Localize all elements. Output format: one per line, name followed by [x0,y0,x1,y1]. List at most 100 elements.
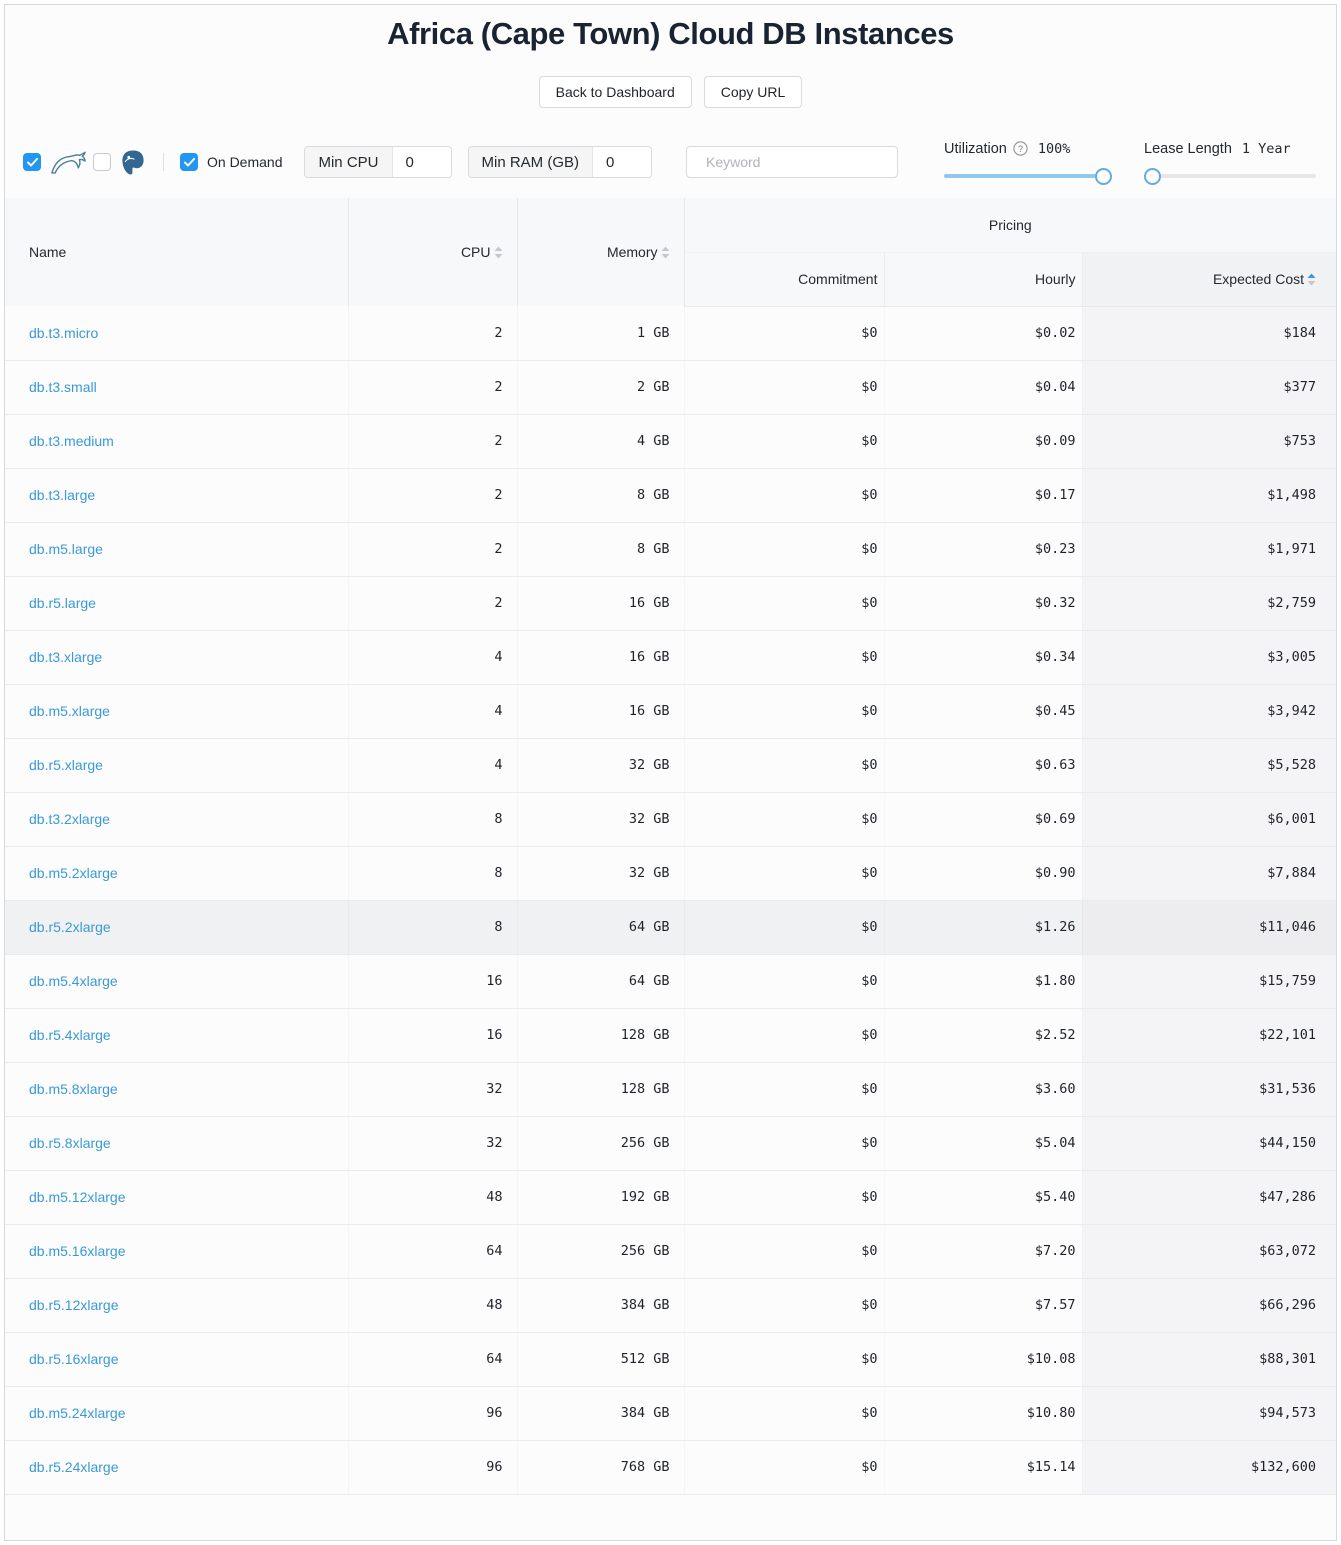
cell-cpu: 48 [348,1278,517,1332]
table-row: db.m5.12xlarge48192 GB$0$5.40$47,286 [5,1170,1336,1224]
column-header-hourly[interactable]: Hourly [884,252,1082,306]
table-row: db.t3.small22 GB$0$0.04$377 [5,360,1336,414]
page: Africa (Cape Town) Cloud DB Instances Ba… [4,4,1337,1541]
table-row: db.m5.8xlarge32128 GB$0$3.60$31,536 [5,1062,1336,1116]
cell-commitment: $0 [684,360,884,414]
mysql-checkbox[interactable] [23,153,41,171]
cell-memory: 256 GB [517,1116,684,1170]
instance-name-link[interactable]: db.r5.24xlarge [29,1459,119,1475]
cell-hourly: $1.80 [884,954,1082,1008]
postgresql-checkbox[interactable] [93,153,111,171]
lease-length-slider-handle[interactable] [1144,168,1161,185]
min-ram-input[interactable] [593,147,651,177]
on-demand-checkbox[interactable] [180,153,198,171]
cell-cpu: 16 [348,1008,517,1062]
column-header-name[interactable]: Name [5,198,348,306]
cell-cpu: 16 [348,954,517,1008]
utilization-slider[interactable] [944,168,1112,184]
cell-memory: 32 GB [517,846,684,900]
min-cpu-input[interactable] [393,147,451,177]
back-to-dashboard-button[interactable]: Back to Dashboard [539,76,692,108]
instance-name-link[interactable]: db.t3.xlarge [29,649,102,665]
table-row: db.m5.16xlarge64256 GB$0$7.20$63,072 [5,1224,1336,1278]
instance-name-link[interactable]: db.t3.medium [29,433,114,449]
cell-memory: 64 GB [517,954,684,1008]
instance-name-link[interactable]: db.m5.4xlarge [29,973,118,989]
cell-hourly: $0.32 [884,576,1082,630]
cell-expected-cost: $377 [1082,360,1336,414]
cell-name: db.m5.8xlarge [5,1062,348,1116]
cell-hourly: $2.52 [884,1008,1082,1062]
cell-cpu: 2 [348,468,517,522]
cell-commitment: $0 [684,738,884,792]
cell-memory: 192 GB [517,1170,684,1224]
cell-commitment: $0 [684,306,884,360]
instance-name-link[interactable]: db.m5.8xlarge [29,1081,118,1097]
column-group-pricing: Pricing [684,198,1336,252]
table-row: db.t3.medium24 GB$0$0.09$753 [5,414,1336,468]
instance-name-link[interactable]: db.m5.large [29,541,103,557]
cell-expected-cost: $2,759 [1082,576,1336,630]
instance-name-link[interactable]: db.t3.large [29,487,95,503]
cell-cpu: 64 [348,1224,517,1278]
instance-name-link[interactable]: db.r5.large [29,595,96,611]
cell-hourly: $0.69 [884,792,1082,846]
cell-expected-cost: $3,005 [1082,630,1336,684]
cell-memory: 512 GB [517,1332,684,1386]
cell-hourly: $15.14 [884,1440,1082,1494]
cell-expected-cost: $5,528 [1082,738,1336,792]
cell-cpu: 4 [348,630,517,684]
column-header-expected-cost[interactable]: Expected Cost [1082,252,1336,306]
cell-cpu: 8 [348,846,517,900]
cell-name: db.m5.xlarge [5,684,348,738]
checkmark-icon [184,158,195,167]
cell-commitment: $0 [684,1332,884,1386]
table-row: db.m5.xlarge416 GB$0$0.45$3,942 [5,684,1336,738]
cell-name: db.r5.24xlarge [5,1440,348,1494]
utilization-value: 100% [1038,141,1071,157]
cell-memory: 16 GB [517,576,684,630]
instance-name-link[interactable]: db.m5.2xlarge [29,865,118,881]
instance-name-link[interactable]: db.m5.16xlarge [29,1243,126,1259]
help-icon[interactable]: ? [1013,141,1028,156]
instance-name-link[interactable]: db.m5.12xlarge [29,1189,126,1205]
column-header-commitment[interactable]: Commitment [684,252,884,306]
cell-name: db.r5.4xlarge [5,1008,348,1062]
cell-name: db.t3.small [5,360,348,414]
instance-name-link[interactable]: db.r5.xlarge [29,757,103,773]
cell-cpu: 96 [348,1440,517,1494]
instance-name-link[interactable]: db.r5.2xlarge [29,919,111,935]
instance-name-link[interactable]: db.t3.small [29,379,97,395]
instance-name-link[interactable]: db.t3.2xlarge [29,811,110,827]
lease-length-slider[interactable] [1144,168,1316,184]
cell-memory: 32 GB [517,792,684,846]
column-header-cpu[interactable]: CPU [348,198,517,306]
cell-commitment: $0 [684,1224,884,1278]
instance-name-link[interactable]: db.r5.16xlarge [29,1351,119,1367]
keyword-input[interactable] [706,154,887,170]
table-row: db.t3.micro21 GB$0$0.02$184 [5,306,1336,360]
cell-name: db.m5.12xlarge [5,1170,348,1224]
cell-hourly: $0.04 [884,360,1082,414]
cell-hourly: $7.20 [884,1224,1082,1278]
instance-name-link[interactable]: db.r5.12xlarge [29,1297,119,1313]
column-header-memory[interactable]: Memory [517,198,684,306]
copy-url-button[interactable]: Copy URL [704,76,803,108]
cell-name: db.m5.2xlarge [5,846,348,900]
cell-cpu: 2 [348,306,517,360]
instance-name-link[interactable]: db.r5.4xlarge [29,1027,111,1043]
instance-name-link[interactable]: db.m5.24xlarge [29,1405,126,1421]
cell-hourly: $0.09 [884,414,1082,468]
cell-name: db.r5.large [5,576,348,630]
table-row: db.t3.xlarge416 GB$0$0.34$3,005 [5,630,1336,684]
utilization-slider-handle[interactable] [1095,168,1112,185]
cell-expected-cost: $63,072 [1082,1224,1336,1278]
cell-expected-cost: $47,286 [1082,1170,1336,1224]
instance-name-link[interactable]: db.m5.xlarge [29,703,110,719]
checkmark-icon [27,158,38,167]
instance-name-link[interactable]: db.r5.8xlarge [29,1135,111,1151]
cell-cpu: 2 [348,522,517,576]
cell-commitment: $0 [684,414,884,468]
table-row: db.r5.2xlarge864 GB$0$1.26$11,046 [5,900,1336,954]
instance-name-link[interactable]: db.t3.micro [29,325,98,341]
